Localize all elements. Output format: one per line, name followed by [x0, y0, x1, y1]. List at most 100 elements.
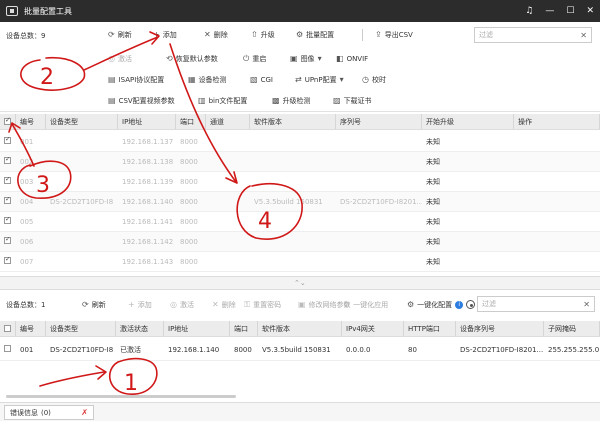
batch-config-button[interactable]: ⚙ 批量配置	[296, 27, 334, 42]
lower-activate-button[interactable]: ◎ 激活	[170, 297, 194, 312]
status-cell: 未知	[426, 137, 440, 146]
horizontal-scrollbar[interactable]	[0, 394, 600, 400]
isapi-config-button[interactable]: ▤ ISAPI协议配置	[108, 72, 164, 87]
table-row[interactable]: 006 192.168.1.142 8000 未知	[0, 232, 600, 252]
table-row[interactable]: 005 192.168.1.141 8000 未知	[0, 212, 600, 232]
top-toolbar: 设备总数：9 ⟳ 刷新 + 添加 ✕ 删除 ⇧ 升级 ⚙ 批量配置 ⇪ 导出CSV 过滤 ✕…	[0, 22, 600, 112]
table-row[interactable]: 002 192.168.1.138 8000 未知	[0, 152, 600, 172]
delete-icon: ✕	[204, 30, 211, 39]
column-header[interactable]: 端口	[230, 321, 258, 336]
title-bar: 批量配置工具 ♫ — ☐ ✕	[0, 0, 600, 22]
error-info-tab[interactable]: 错误信息 (0) ✗	[4, 405, 94, 420]
bin-config-button[interactable]: ▥ bin文件配置	[198, 93, 247, 108]
column-header[interactable]: 设备类型	[46, 321, 116, 336]
toolbar-divider	[362, 29, 363, 41]
lower-refresh-button[interactable]: ⟳ 刷新	[82, 297, 106, 312]
delete-button[interactable]: ✕ 删除	[204, 27, 228, 42]
info-icon[interactable]: i	[455, 300, 464, 309]
row-checkbox[interactable]	[4, 345, 11, 352]
cgi-button[interactable]: ▧ CGI	[250, 72, 273, 87]
clear-filter-icon[interactable]: ✕	[580, 31, 587, 40]
bin-icon: ▥	[198, 96, 206, 105]
restore-default-button[interactable]: ⟲ 恢复默认参数	[166, 51, 218, 66]
export-csv-button[interactable]: ⇪ 导出CSV	[375, 27, 413, 42]
row-checkbox[interactable]	[4, 237, 11, 244]
row-checkbox[interactable]	[4, 217, 11, 224]
activate-button[interactable]: ◎ 激活	[108, 51, 132, 66]
device-check-button[interactable]: ▦ 设备检测	[188, 72, 227, 87]
table-row[interactable]: 007 192.168.1.143 8000 未知	[0, 252, 600, 272]
column-header[interactable]: 通道	[206, 114, 250, 129]
close-icon[interactable]: ✕	[586, 6, 594, 16]
image-dropdown[interactable]: ▣ 图像 ▾	[290, 51, 322, 66]
lower-delete-button[interactable]: ✕ 删除	[212, 297, 236, 312]
upgrade-check-icon: ▩	[272, 96, 280, 105]
minimize-icon[interactable]: —	[545, 6, 554, 16]
settings-icon: ⚙	[296, 30, 304, 39]
column-header[interactable]: HTTP端口	[404, 321, 456, 336]
lower-toolbar: 设备总数：1 ⟳ 刷新 + 添加 ◎ 激活 ✕ 删除 ⚿ 重置密码 ▣ 修改网络参数 ⚙ 一键…	[0, 292, 600, 318]
scrollbar-thumb[interactable]	[6, 395, 236, 398]
csv-icon: ▤	[108, 96, 116, 105]
clear-filter-icon[interactable]: ✕	[583, 300, 590, 309]
toggle-icon[interactable]	[466, 300, 476, 309]
column-header[interactable]: 操作	[514, 114, 600, 129]
upgrade-button[interactable]: ⇧ 升级	[251, 27, 275, 42]
column-header[interactable]: 序列号	[336, 114, 422, 129]
column-header[interactable]: 设备序列号	[456, 321, 544, 336]
status-cell: 未知	[426, 237, 440, 246]
one-click-apply-button[interactable]: ⚙ 一键化应用	[343, 297, 388, 312]
panel-splitter[interactable]: ⌃⌄	[0, 276, 600, 290]
reboot-icon: ⏻	[243, 53, 250, 63]
table-row[interactable]: 004 DS-2CD2T10FD-I8 192.168.1.140 8000 V…	[0, 192, 600, 212]
column-header[interactable]: IP地址	[164, 321, 230, 336]
reboot-button[interactable]: ⏻ 重启	[243, 51, 266, 66]
window-controls: ♫ — ☐ ✕	[525, 6, 594, 16]
column-header[interactable]: IPv4网关	[342, 321, 404, 336]
select-all-checkbox[interactable]	[4, 325, 11, 332]
table-row[interactable]: 001 DS-2CD2T10FD-I8 已激活 192.168.1.140 80…	[0, 339, 600, 361]
column-header[interactable]: IP地址	[118, 114, 176, 129]
row-checkbox[interactable]	[4, 157, 11, 164]
upnp-dropdown[interactable]: ⇄ UPnP配置 ▾	[295, 72, 344, 87]
table-row[interactable]: 001 192.168.1.137 8000 未知	[0, 132, 600, 152]
column-header[interactable]: 子网掩码	[544, 321, 600, 336]
upgrade-check-button[interactable]: ▩ 升级检测	[272, 93, 311, 108]
onvif-button[interactable]: ◧ ONVIF	[336, 51, 368, 66]
status-cell: 未知	[426, 157, 440, 166]
column-header[interactable]: 编号	[16, 321, 46, 336]
bell-icon[interactable]: ♫	[525, 6, 533, 16]
row-checkbox[interactable]	[4, 177, 11, 184]
column-header[interactable]: 软件版本	[258, 321, 342, 336]
column-header[interactable]: 激活状态	[116, 321, 164, 336]
annotation-circle-1	[108, 357, 158, 395]
lower-add-button[interactable]: + 添加	[128, 297, 152, 312]
app-icon	[6, 6, 18, 16]
add-button[interactable]: + 添加	[153, 27, 177, 42]
download-cert-button[interactable]: ▨ 下载证书	[333, 93, 372, 108]
cgi-icon: ▧	[250, 75, 258, 84]
row-checkbox[interactable]	[4, 257, 11, 264]
column-header[interactable]: 端口	[176, 114, 206, 129]
lower-filter-input[interactable]: 过滤 ✕	[477, 296, 595, 312]
column-header[interactable]: 软件版本	[250, 114, 336, 129]
one-click-config-button[interactable]: ⚙ 一键化配置 i	[407, 297, 476, 312]
row-checkbox[interactable]	[4, 137, 11, 144]
csv-video-config-button[interactable]: ▤ CSV配置视频参数	[108, 93, 175, 108]
refresh-button[interactable]: ⟳ 刷新	[108, 27, 132, 42]
delete-icon: ✕	[212, 300, 219, 309]
time-sync-button[interactable]: ◷ 校时	[362, 72, 386, 87]
maximize-icon[interactable]: ☐	[566, 6, 574, 16]
row-checkbox[interactable]	[4, 197, 11, 204]
reset-password-button[interactable]: ⚿ 重置密码	[244, 297, 281, 312]
filter-input[interactable]: 过滤 ✕	[474, 27, 592, 43]
select-all-checkbox[interactable]	[4, 116, 11, 125]
lower-device-count: 设备总数：1	[6, 300, 46, 309]
column-header[interactable]: 编号	[16, 114, 46, 129]
add-icon: +	[128, 300, 135, 309]
pin-icon[interactable]: ✗	[81, 408, 88, 417]
table-row[interactable]: 003 192.168.1.139 8000 未知	[0, 172, 600, 192]
clock-icon: ◷	[362, 75, 369, 84]
column-header[interactable]: 设备类型	[46, 114, 118, 129]
column-header[interactable]: 开始升级	[422, 114, 514, 129]
